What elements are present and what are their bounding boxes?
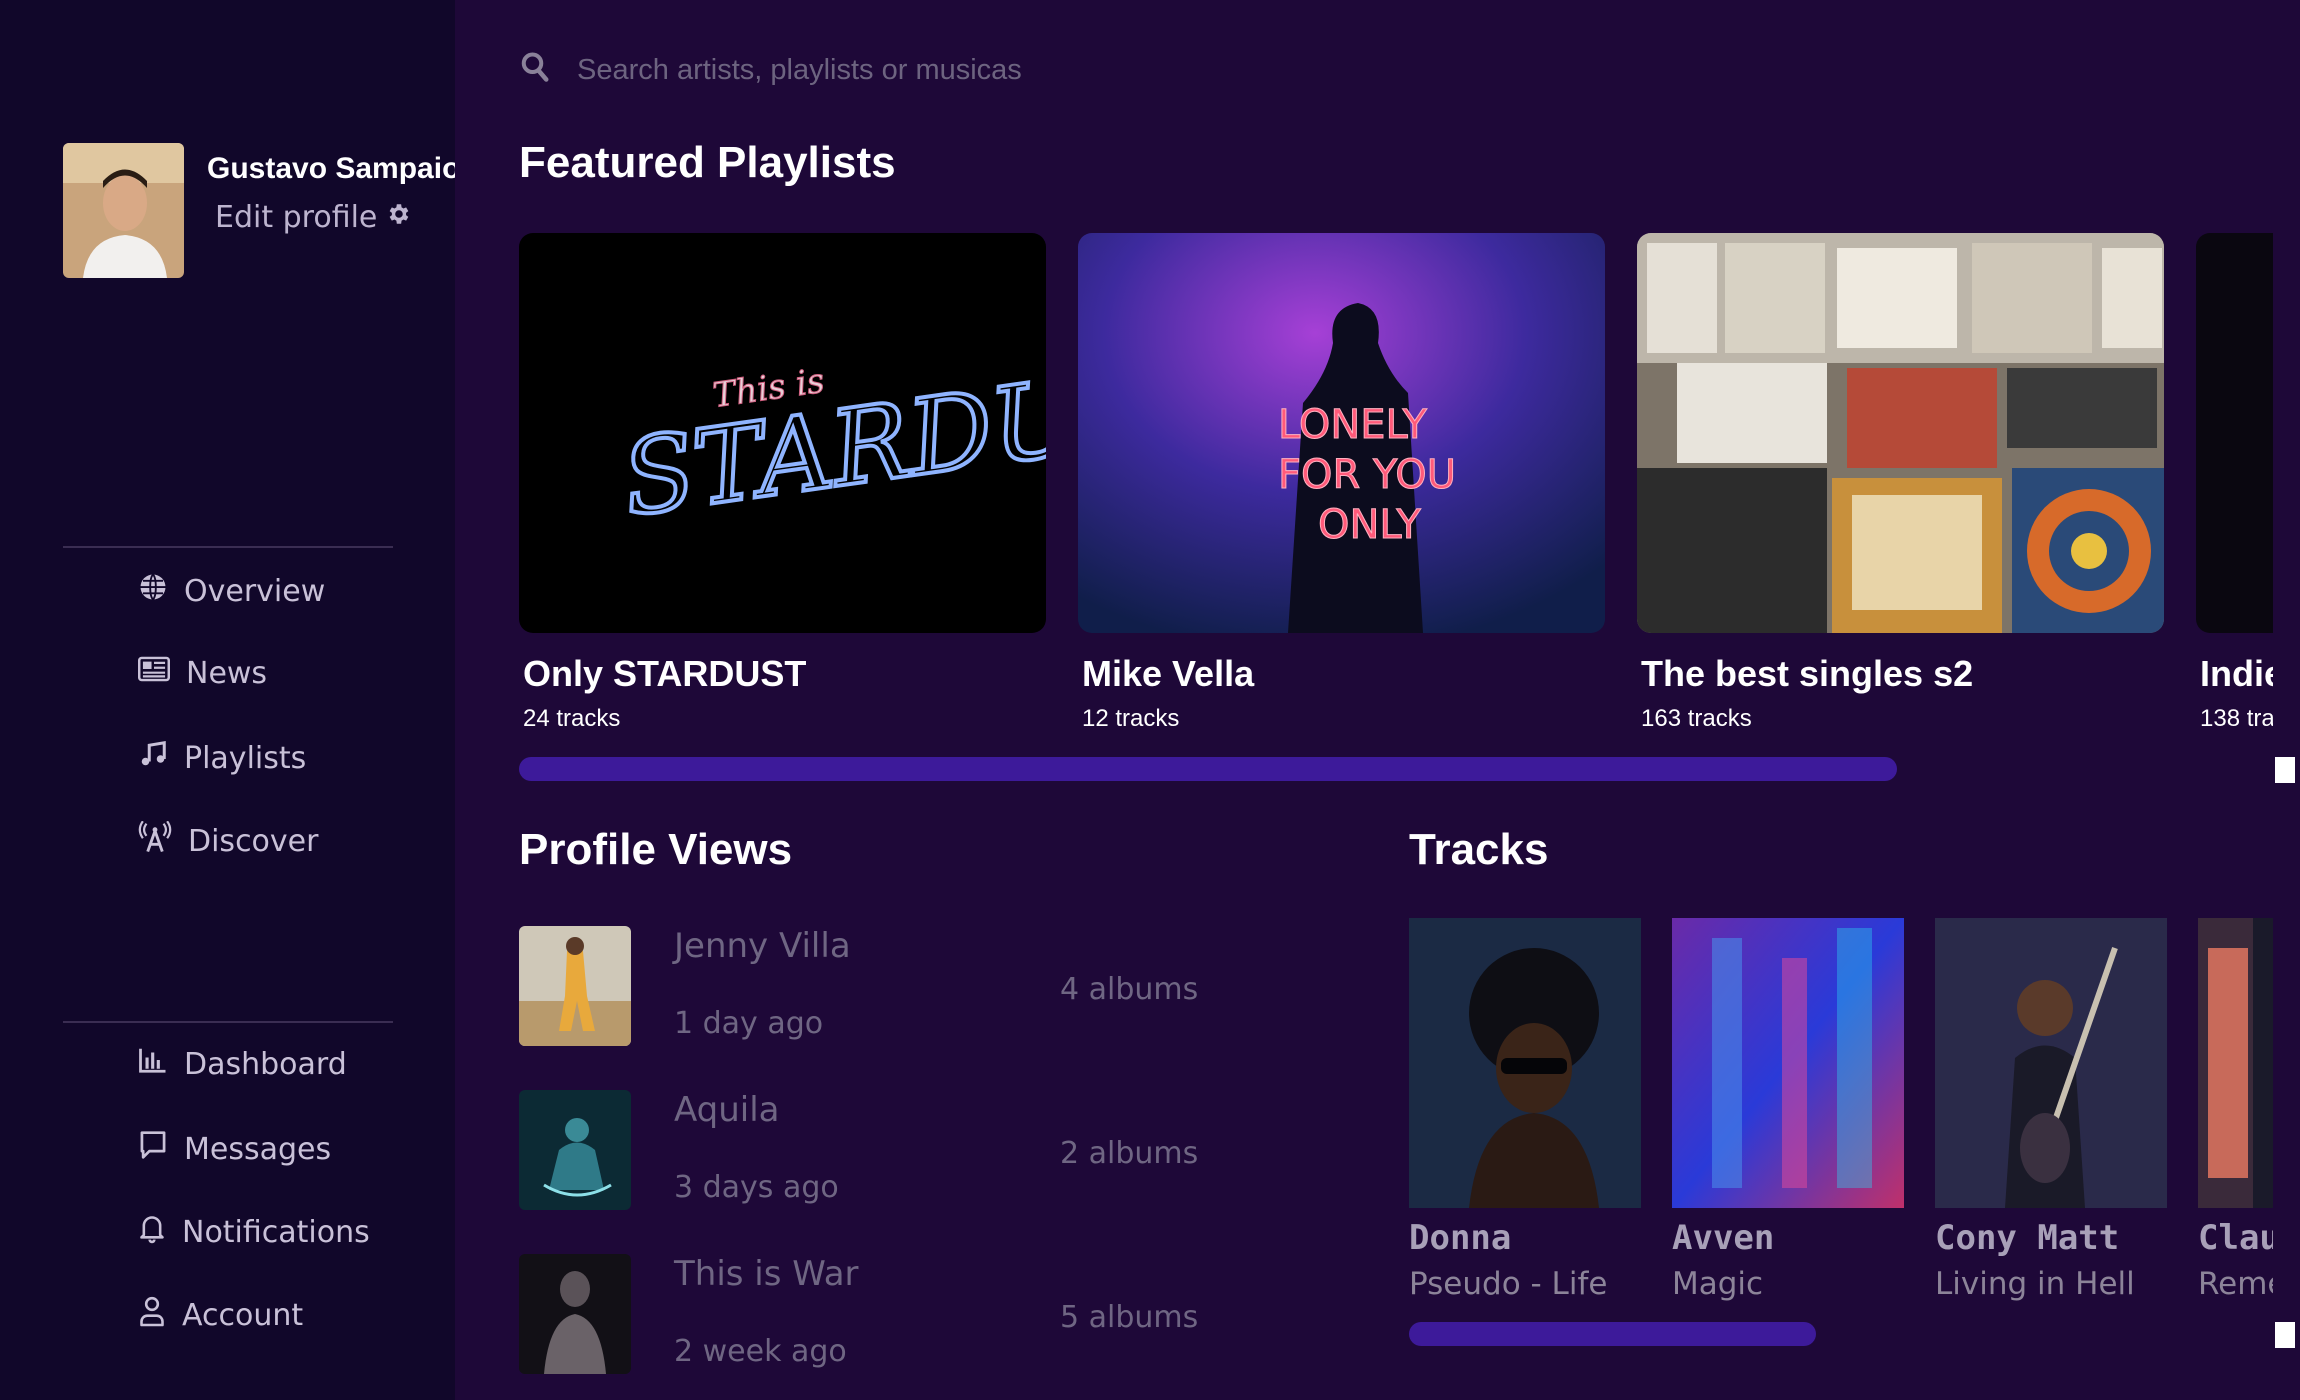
sidebar-item-playlists[interactable]: Playlists <box>138 738 306 778</box>
playlist-cover: This is STARDUST <box>519 233 1046 633</box>
playlist-card[interactable]: The best singles s2 163 tracks <box>1637 233 2164 732</box>
newspaper-icon <box>138 655 170 691</box>
playlist-track-count: 12 tracks <box>1082 705 1180 732</box>
playlist-track-count: 163 tracks <box>1641 705 1752 732</box>
profile-view-time: 2 week ago <box>674 1334 847 1369</box>
sidebar-item-label: Account <box>182 1297 304 1333</box>
sidebar-item-overview[interactable]: Overview <box>138 572 325 610</box>
sidebar-item-label: Playlists <box>184 740 307 776</box>
sidebar-item-label: Overview <box>184 573 326 609</box>
track-title: Remember <box>2198 1266 2273 1302</box>
profile-view-time: 3 days ago <box>674 1170 839 1205</box>
edit-profile-label: Edit profile <box>215 200 378 235</box>
playlist-card[interactable]: LONELY FOR YOU ONLY Mike Vella 12 tracks <box>1078 233 1605 732</box>
playlist-name: Only STARDUST <box>523 653 807 694</box>
bar-chart-icon <box>138 1046 168 1082</box>
playlist-cover: LONELY FOR YOU ONLY <box>1078 233 1605 633</box>
featured-playlists-title: Featured Playlists <box>519 138 896 187</box>
playlist-cover <box>2196 233 2273 633</box>
sidebar-divider <box>63 546 393 548</box>
profile-name: Gustavo Sampaio <box>207 152 461 185</box>
profile-view-albums: 5 albums <box>1060 1300 1199 1335</box>
profile-view-time: 1 day ago <box>674 1006 824 1041</box>
message-icon <box>138 1129 168 1169</box>
avatar[interactable] <box>63 143 184 278</box>
broadcast-icon <box>138 820 172 861</box>
sidebar: Gustavo Sampaio Edit profile Overview Ne… <box>0 0 460 1400</box>
search-icon[interactable] <box>520 50 550 88</box>
profile-views-title: Profile Views <box>519 825 793 874</box>
search-input[interactable] <box>575 44 1379 96</box>
sidebar-item-label: Dashboard <box>184 1046 347 1082</box>
track-artist: Avven <box>1672 1218 1775 1258</box>
profile-view-name: Jenny Villa <box>674 926 851 966</box>
track-card-clip: Claudio Remember <box>2198 918 2273 1318</box>
tracks-title: Tracks <box>1409 825 1549 874</box>
playlists-scrollbar[interactable] <box>519 757 1897 781</box>
track-cover <box>2198 918 2273 1208</box>
edit-profile-link[interactable]: Edit profile <box>215 200 411 235</box>
track-cover <box>1935 918 2167 1208</box>
profile-view-name: Aquila <box>674 1090 780 1130</box>
list-item[interactable]: This is War 2 week ago 5 albums <box>519 1254 1219 1384</box>
track-card[interactable]: Donna Pseudo - Life <box>1409 918 1641 1302</box>
tracks-scroll-end <box>2275 1322 2295 1348</box>
cover-text-for-you: FOR YOU <box>1278 452 1456 498</box>
cover-text-only: ONLY <box>1318 502 1421 548</box>
playlists-scroll-end <box>2275 757 2295 783</box>
track-title: Pseudo - Life <box>1409 1266 1608 1302</box>
playlist-track-count: 24 tracks <box>523 705 621 732</box>
tracks-scrollbar[interactable] <box>1409 1322 1816 1346</box>
sidebar-item-dashboard[interactable]: Dashboard <box>138 1046 347 1082</box>
playlist-name: Mike Vella <box>1082 653 1255 694</box>
list-item[interactable]: Aquila 3 days ago 2 albums <box>519 1090 1219 1220</box>
sidebar-item-messages[interactable]: Messages <box>138 1129 331 1169</box>
track-card[interactable]: Avven Magic <box>1672 918 1904 1302</box>
gear-icon <box>385 200 411 235</box>
track-artist: Donna <box>1409 1218 1512 1258</box>
playlist-name: Indie <box>2200 653 2273 694</box>
track-card[interactable]: Claudio Remember <box>2198 918 2273 1302</box>
track-artist: Cony Matt <box>1935 1218 2120 1258</box>
sidebar-item-discover[interactable]: Discover <box>138 820 319 861</box>
track-title: Living in Hell <box>1935 1266 2135 1302</box>
track-card[interactable]: Cony Matt Living in Hell <box>1935 918 2167 1302</box>
globe-icon <box>138 572 168 610</box>
profile-view-avatar <box>519 926 631 1046</box>
profile-view-albums: 4 albums <box>1060 972 1199 1007</box>
playlist-card[interactable]: Indie 138 tracks <box>2196 233 2273 732</box>
cover-text-lonely: LONELY <box>1278 402 1428 448</box>
playlist-track-count: 138 tracks <box>2200 705 2273 732</box>
sidebar-item-label: News <box>186 655 268 691</box>
bell-icon <box>138 1212 166 1252</box>
profile-view-avatar <box>519 1254 631 1374</box>
sidebar-item-notifications[interactable]: Notifications <box>138 1212 370 1252</box>
track-artist: Claudio <box>2198 1218 2273 1258</box>
sidebar-item-label: Notifications <box>182 1214 370 1250</box>
profile-view-albums: 2 albums <box>1060 1136 1199 1171</box>
playlist-cover <box>1637 233 2164 633</box>
profile-view-name: This is War <box>674 1254 859 1294</box>
sidebar-item-label: Discover <box>188 823 319 859</box>
sidebar-item-news[interactable]: News <box>138 655 267 691</box>
music-note-icon <box>138 738 168 778</box>
sidebar-item-label: Messages <box>184 1131 332 1167</box>
list-item[interactable]: Jenny Villa 1 day ago 4 albums <box>519 926 1219 1056</box>
profile-view-avatar <box>519 1090 631 1210</box>
playlist-card-clip: Indie 138 tracks <box>2196 233 2273 753</box>
sidebar-divider <box>63 1021 393 1023</box>
track-title: Magic <box>1672 1266 1764 1302</box>
playlist-card[interactable]: This is STARDUST Only STARDUST 24 tracks <box>519 233 1046 732</box>
sidebar-item-account[interactable]: Account <box>138 1295 303 1335</box>
user-icon <box>138 1295 166 1335</box>
track-cover <box>1672 918 1904 1208</box>
track-cover <box>1409 918 1641 1208</box>
playlist-name: The best singles s2 <box>1641 653 1974 694</box>
